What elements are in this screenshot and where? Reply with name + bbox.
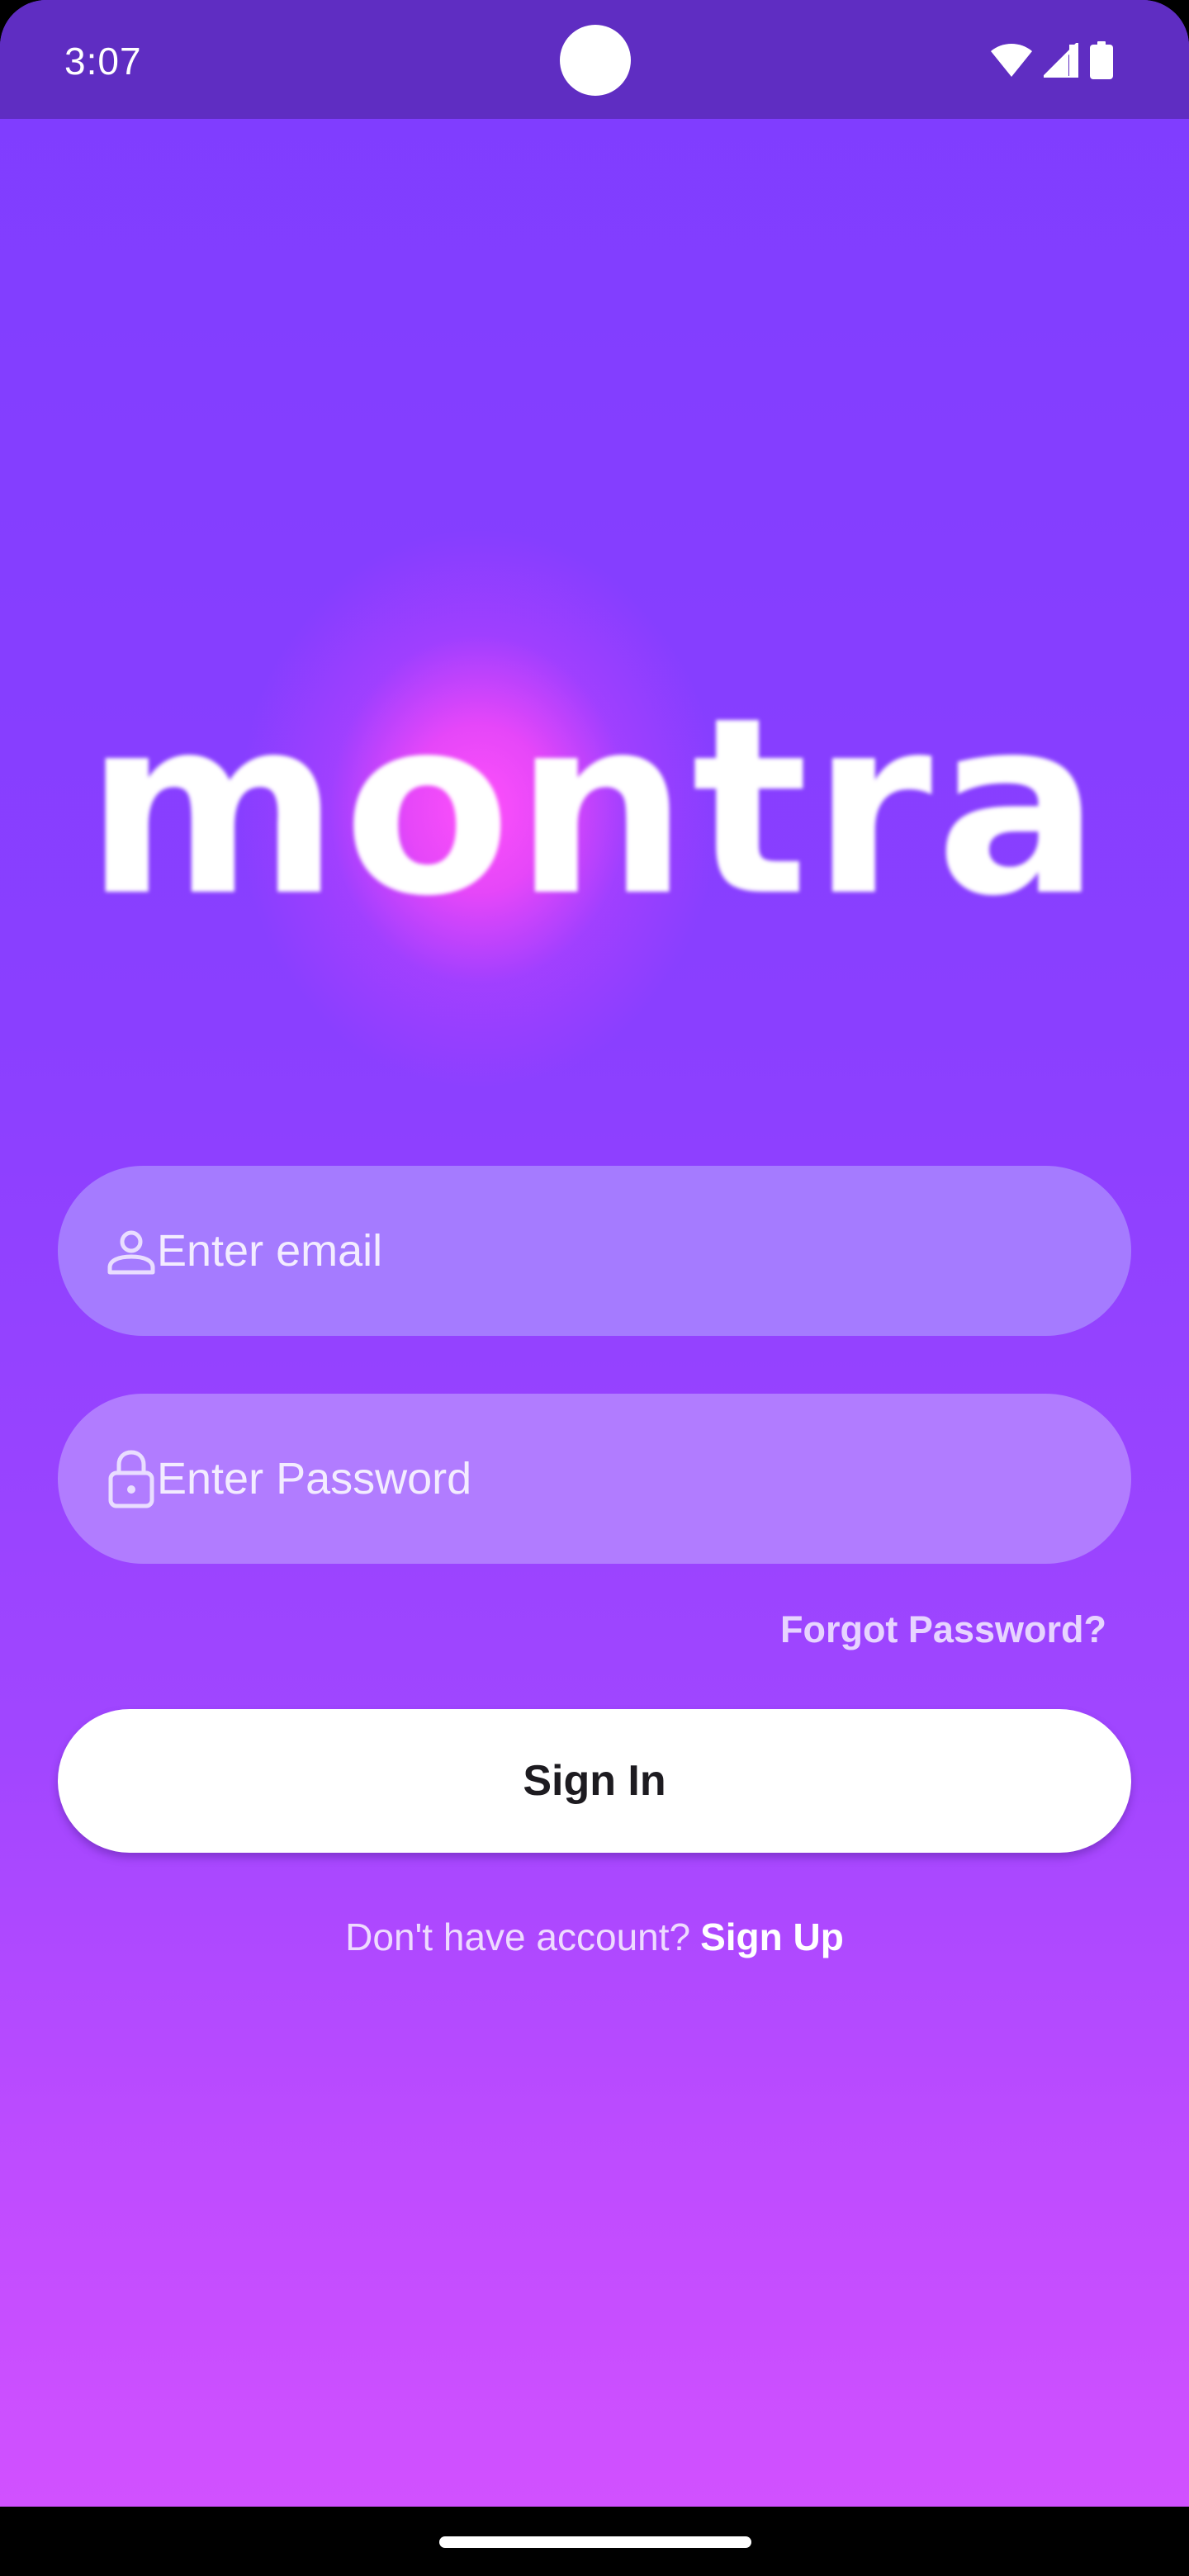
cell-signal-icon xyxy=(1044,43,1078,78)
battery-icon xyxy=(1090,41,1113,79)
login-screen: 3:07 montra Enter email Forgot Password?… xyxy=(0,0,1189,2576)
email-field-container[interactable] xyxy=(58,1166,1131,1336)
logo: montra xyxy=(0,528,1189,1090)
email-field[interactable] xyxy=(157,1201,1131,1300)
password-field[interactable] xyxy=(157,1429,1131,1528)
status-bar: 3:07 xyxy=(0,0,1189,119)
logo-text: montra xyxy=(85,665,1104,949)
forgot-password-link[interactable]: Forgot Password? xyxy=(780,1608,1106,1651)
status-icons xyxy=(991,40,1113,81)
status-time: 3:07 xyxy=(64,40,142,83)
sign-up-prompt: Don't have account? xyxy=(345,1915,691,1958)
home-indicator[interactable] xyxy=(439,2536,751,2548)
sign-up-row: Don't have account? Sign Up xyxy=(0,1914,1189,1960)
lock-icon xyxy=(102,1446,160,1512)
wifi-icon xyxy=(991,44,1032,77)
sign-up-link[interactable]: Sign Up xyxy=(700,1915,844,1958)
navigation-bar xyxy=(0,2507,1189,2576)
sign-in-button[interactable]: Sign In xyxy=(58,1709,1131,1853)
camera-cutout xyxy=(560,25,631,96)
user-icon xyxy=(102,1218,160,1284)
password-field-container[interactable] xyxy=(58,1394,1131,1564)
